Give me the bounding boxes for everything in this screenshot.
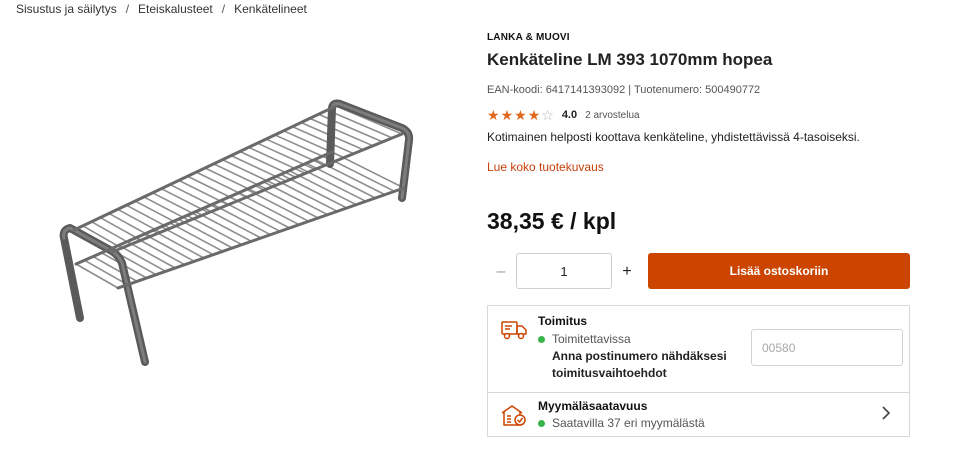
- quantity-input[interactable]: [516, 253, 612, 289]
- quantity-decrease-button[interactable]: –: [491, 254, 511, 290]
- delivery-section: Toimitus Toimitettavissa Anna postinumer…: [488, 306, 909, 393]
- delivery-status-text: Toimitettavissa: [552, 332, 631, 346]
- product-price: 38,35 € / kpl: [487, 208, 617, 234]
- breadcrumb-separator: /: [221, 2, 226, 16]
- store-status: Saatavilla 37 eri myymälästä: [538, 416, 705, 430]
- brand-name[interactable]: LANKA & MUOVI: [487, 32, 570, 43]
- add-to-cart-button[interactable]: Lisää ostoskoriin: [648, 253, 910, 289]
- delivery-title: Toimitus: [538, 314, 588, 328]
- rating-count[interactable]: 2 arvostelua: [585, 110, 639, 121]
- available-dot-icon: [538, 419, 545, 427]
- truck-icon: [501, 321, 527, 340]
- star-filled-icon: ★: [487, 107, 500, 123]
- star-filled-icon: ★: [527, 107, 541, 123]
- availability-box: Toimitus Toimitettavissa Anna postinumer…: [487, 305, 910, 437]
- rating[interactable]: ★ ★ ★ ★ ☆ 4.0 2 arvostelua: [487, 108, 640, 122]
- breadcrumb-link[interactable]: Eteiskalusteet: [138, 2, 213, 16]
- delivery-note: Anna postinumero nähdäksesi toimitusvaih…: [552, 349, 727, 380]
- read-more-link[interactable]: Lue koko tuotekuvaus: [487, 160, 604, 174]
- postal-code-input[interactable]: [751, 329, 903, 366]
- star-empty-icon: ☆: [541, 107, 554, 123]
- star-filled-icon: ★: [500, 107, 514, 123]
- shoe-rack-image: [59, 99, 414, 366]
- available-dot-icon: [538, 335, 545, 343]
- star-filled-icon: ★: [514, 107, 527, 123]
- breadcrumb: Sisustus ja säilytys / Eteiskalusteet / …: [16, 2, 307, 16]
- product-description: Kotimainen helposti koottava kenkäteline…: [487, 130, 860, 144]
- breadcrumb-separator: /: [125, 2, 130, 16]
- chevron-right-icon[interactable]: [881, 406, 891, 420]
- product-image[interactable]: [40, 88, 440, 378]
- breadcrumb-link[interactable]: Sisustus ja säilytys: [16, 2, 117, 16]
- store-status-text: Saatavilla 37 eri myymälästä: [552, 416, 705, 430]
- breadcrumb-link[interactable]: Kenkätelineet: [234, 2, 307, 16]
- store-availability-row[interactable]: Myymäläsaatavuus Saatavilla 37 eri myymä…: [488, 392, 909, 436]
- product-codes: EAN-koodi: 6417141393092 | Tuotenumero: …: [487, 84, 761, 96]
- store-icon: [501, 405, 526, 426]
- rating-value: 4.0: [561, 109, 578, 121]
- quantity-increase-button[interactable]: +: [617, 254, 637, 290]
- store-title: Myymäläsaatavuus: [538, 399, 648, 413]
- delivery-status: Toimitettavissa: [538, 332, 631, 346]
- product-title: Kenkäteline LM 393 1070mm hopea: [487, 50, 773, 69]
